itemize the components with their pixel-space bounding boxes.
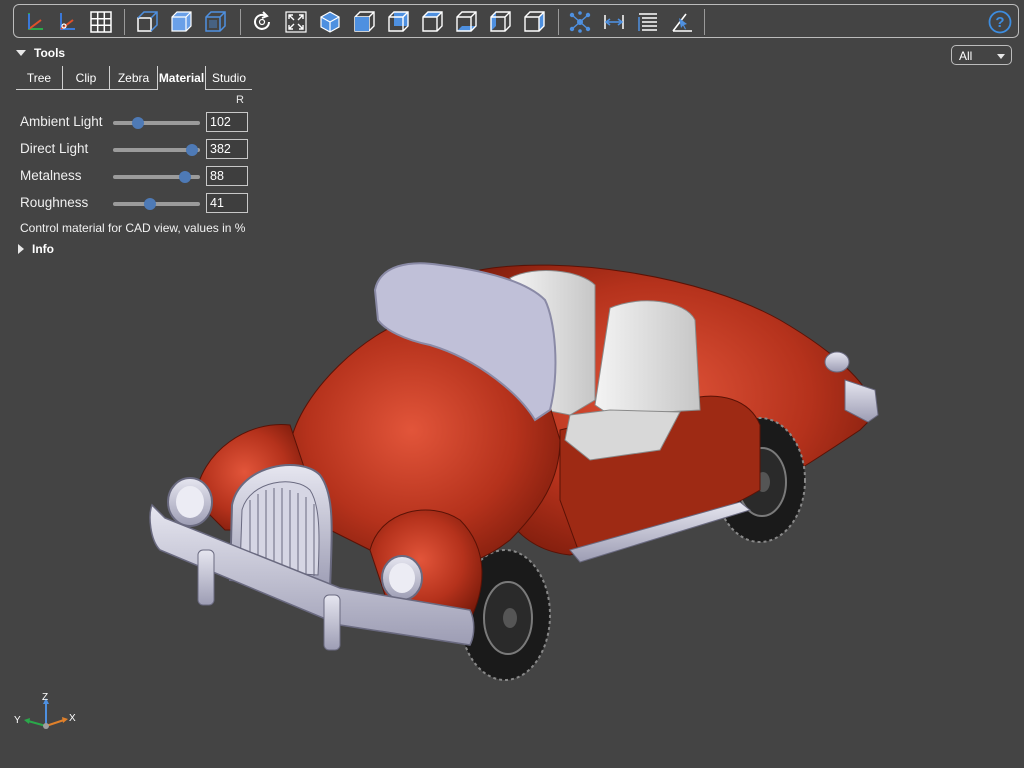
- reset-view-icon[interactable]: [249, 9, 275, 35]
- chevron-down-icon: [997, 54, 1005, 59]
- properties-icon[interactable]: [635, 9, 661, 35]
- metalness-row: Metalness 88: [20, 166, 250, 186]
- tab-studio[interactable]: Studio: [206, 66, 252, 90]
- slider-thumb[interactable]: [143, 198, 156, 210]
- fit-view-icon[interactable]: [283, 9, 309, 35]
- view-rear-icon[interactable]: [385, 9, 411, 35]
- axis-z-label: Z: [42, 692, 48, 703]
- direct-light-slider[interactable]: [113, 144, 200, 156]
- tab-material[interactable]: Material: [158, 66, 206, 90]
- ambient-light-row: Ambient Light 102: [20, 112, 250, 132]
- metalness-slider[interactable]: [113, 171, 200, 183]
- explode-icon[interactable]: [567, 9, 593, 35]
- direct-light-row: Direct Light 382: [20, 139, 250, 159]
- front-seat: [594, 300, 701, 416]
- help-icon[interactable]: ?: [988, 10, 1012, 34]
- angle-measure-icon[interactable]: [669, 9, 695, 35]
- collapse-triangle-icon: [16, 50, 26, 56]
- reset-materials-button[interactable]: R: [236, 94, 244, 106]
- view-bottom-icon[interactable]: [453, 9, 479, 35]
- perspective-camera-icon[interactable]: [134, 9, 160, 35]
- rear-lamp: [824, 351, 850, 373]
- roughness-row: Roughness 41: [20, 193, 250, 213]
- axis-x-label: X: [69, 713, 76, 724]
- tools-title: Tools: [34, 46, 66, 60]
- axes-triad: Z X Y: [14, 692, 76, 729]
- ambient-light-label: Ambient Light: [20, 114, 103, 129]
- bumper-guard-right: [323, 594, 341, 651]
- tab-zebra[interactable]: Zebra: [110, 66, 158, 90]
- material-help-text: Control material for CAD view, values in…: [20, 221, 246, 235]
- grid-icon[interactable]: [88, 9, 114, 35]
- axis-y-label: Y: [14, 715, 21, 726]
- toolbar: ?: [13, 4, 1019, 38]
- info-title: Info: [32, 242, 54, 256]
- tools-tabs: Tree Clip Zebra Material Studio: [16, 66, 252, 90]
- direct-light-label: Direct Light: [20, 141, 89, 156]
- black-edges-icon[interactable]: [202, 9, 228, 35]
- slider-thumb[interactable]: [132, 117, 145, 129]
- ortho-transparent-icon[interactable]: [168, 9, 194, 35]
- axes-toggle-icon[interactable]: [22, 9, 48, 35]
- tab-clip[interactable]: Clip: [63, 66, 110, 90]
- roughness-input[interactable]: 41: [206, 193, 248, 213]
- ambient-light-slider[interactable]: [113, 117, 200, 129]
- measure-distance-icon[interactable]: [601, 9, 627, 35]
- tab-tree[interactable]: Tree: [16, 66, 63, 90]
- cad-viewport[interactable]: [140, 250, 890, 690]
- direct-light-input[interactable]: 382: [206, 139, 248, 159]
- car-model: [149, 262, 879, 681]
- view-iso-icon[interactable]: [317, 9, 343, 35]
- metalness-input[interactable]: 88: [206, 166, 248, 186]
- slider-thumb[interactable]: [186, 144, 199, 156]
- metalness-label: Metalness: [20, 168, 82, 183]
- view-right-icon[interactable]: [521, 9, 547, 35]
- filter-selected-value: All: [959, 49, 973, 63]
- bumper-guard-left: [197, 549, 215, 606]
- axes-origin-icon[interactable]: [54, 9, 80, 35]
- tools-section-toggle[interactable]: Tools: [16, 46, 65, 60]
- view-left-icon[interactable]: [487, 9, 513, 35]
- slider-thumb[interactable]: [179, 171, 192, 183]
- view-top-icon[interactable]: [419, 9, 445, 35]
- svg-text:?: ?: [995, 14, 1004, 31]
- roughness-slider[interactable]: [113, 198, 200, 210]
- ambient-light-input[interactable]: 102: [206, 112, 248, 132]
- expand-triangle-icon: [18, 244, 24, 254]
- roughness-label: Roughness: [20, 195, 89, 210]
- info-section-toggle[interactable]: Info: [18, 242, 54, 256]
- view-front-icon[interactable]: [351, 9, 377, 35]
- filter-select[interactable]: All: [951, 45, 1012, 65]
